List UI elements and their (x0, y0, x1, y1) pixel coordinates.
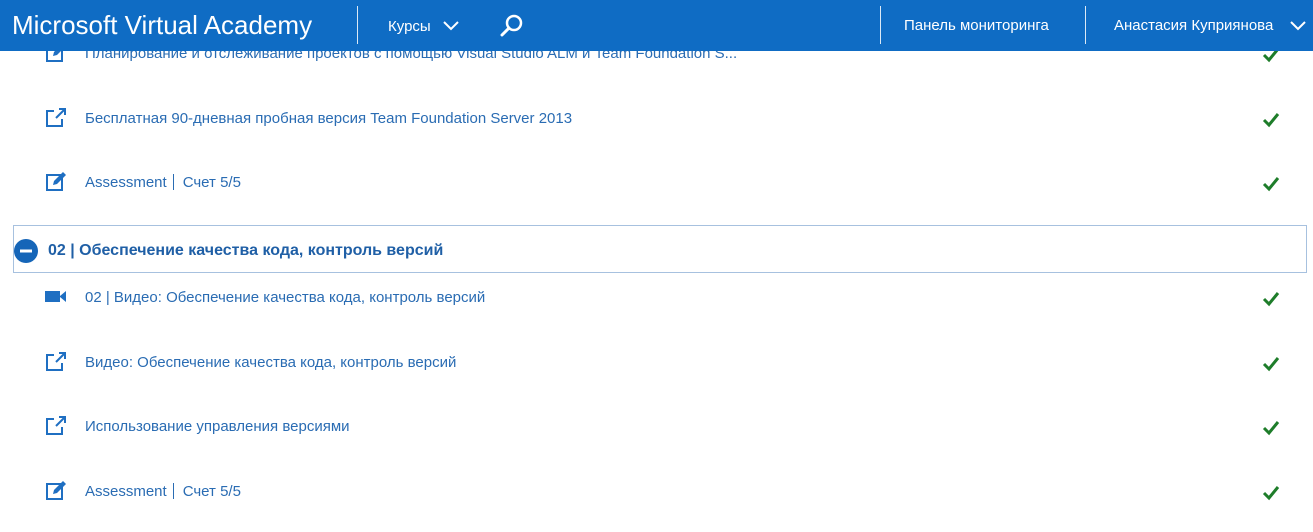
check-icon (1261, 354, 1281, 374)
divider (172, 483, 174, 499)
section-title[interactable]: 02 | Обеспечение качества кода, контроль… (48, 241, 443, 261)
divider (880, 6, 881, 44)
search-icon[interactable] (499, 13, 525, 39)
divider (357, 6, 358, 44)
external-link-icon (44, 414, 68, 438)
item-title[interactable]: Assessment Счет 5/5 (85, 174, 241, 192)
list-item[interactable]: 02 | Видео: Обеспечение качества кода, к… (0, 285, 1313, 315)
check-icon (1261, 483, 1281, 503)
list-item[interactable]: Assessment Счет 5/5 (0, 479, 1313, 509)
assessment-icon (44, 479, 68, 503)
list-item[interactable]: Использование управления версиями (0, 414, 1313, 444)
chevron-down-icon[interactable] (443, 17, 459, 37)
user-menu-button[interactable]: Анастасия Куприянова (1114, 16, 1273, 36)
check-icon (1261, 174, 1281, 194)
item-title-text[interactable]: Assessment (85, 483, 167, 500)
courses-label[interactable]: Курсы (388, 18, 431, 35)
item-title[interactable]: Assessment Счет 5/5 (85, 483, 241, 501)
assessment-icon (44, 170, 68, 194)
item-title[interactable]: Видео: Обеспечение качества кода, контро… (85, 354, 456, 372)
list-item[interactable]: Assessment Счет 5/5 (0, 170, 1313, 200)
item-title[interactable]: Использование управления версиями (85, 418, 350, 436)
item-score: Счет 5/5 (182, 174, 241, 191)
external-link-icon (44, 106, 68, 130)
item-score: Счет 5/5 (182, 483, 241, 500)
page: Планирование и отслеживание проектов с п… (0, 0, 1313, 532)
collapse-icon[interactable] (14, 239, 38, 263)
item-title-text[interactable]: Assessment (85, 174, 167, 191)
divider (1085, 6, 1086, 44)
brand-logo-text[interactable]: Microsoft Virtual Academy (12, 10, 312, 40)
list-item[interactable]: Видео: Обеспечение качества кода, контро… (0, 350, 1313, 380)
list-item[interactable]: Бесплатная 90-дневная пробная версия Tea… (0, 106, 1313, 136)
course-content-list: Планирование и отслеживание проектов с п… (0, 0, 1313, 532)
check-icon (1261, 418, 1281, 438)
check-icon (1261, 289, 1281, 309)
courses-menu-button[interactable]: Курсы (388, 17, 459, 37)
check-icon (1261, 110, 1281, 130)
divider (172, 174, 174, 190)
item-title[interactable]: 02 | Видео: Обеспечение качества кода, к… (85, 289, 485, 307)
chevron-down-icon[interactable] (1290, 18, 1306, 36)
dashboard-link[interactable]: Панель мониторинга (904, 16, 1049, 36)
item-title[interactable]: Бесплатная 90-дневная пробная версия Tea… (85, 110, 572, 128)
top-nav-bar: Microsoft Virtual Academy Курсы Панель м… (0, 0, 1313, 51)
module-section-header[interactable]: 02 | Обеспечение качества кода, контроль… (13, 225, 1307, 273)
video-icon (44, 285, 68, 309)
external-link-icon (44, 350, 68, 374)
